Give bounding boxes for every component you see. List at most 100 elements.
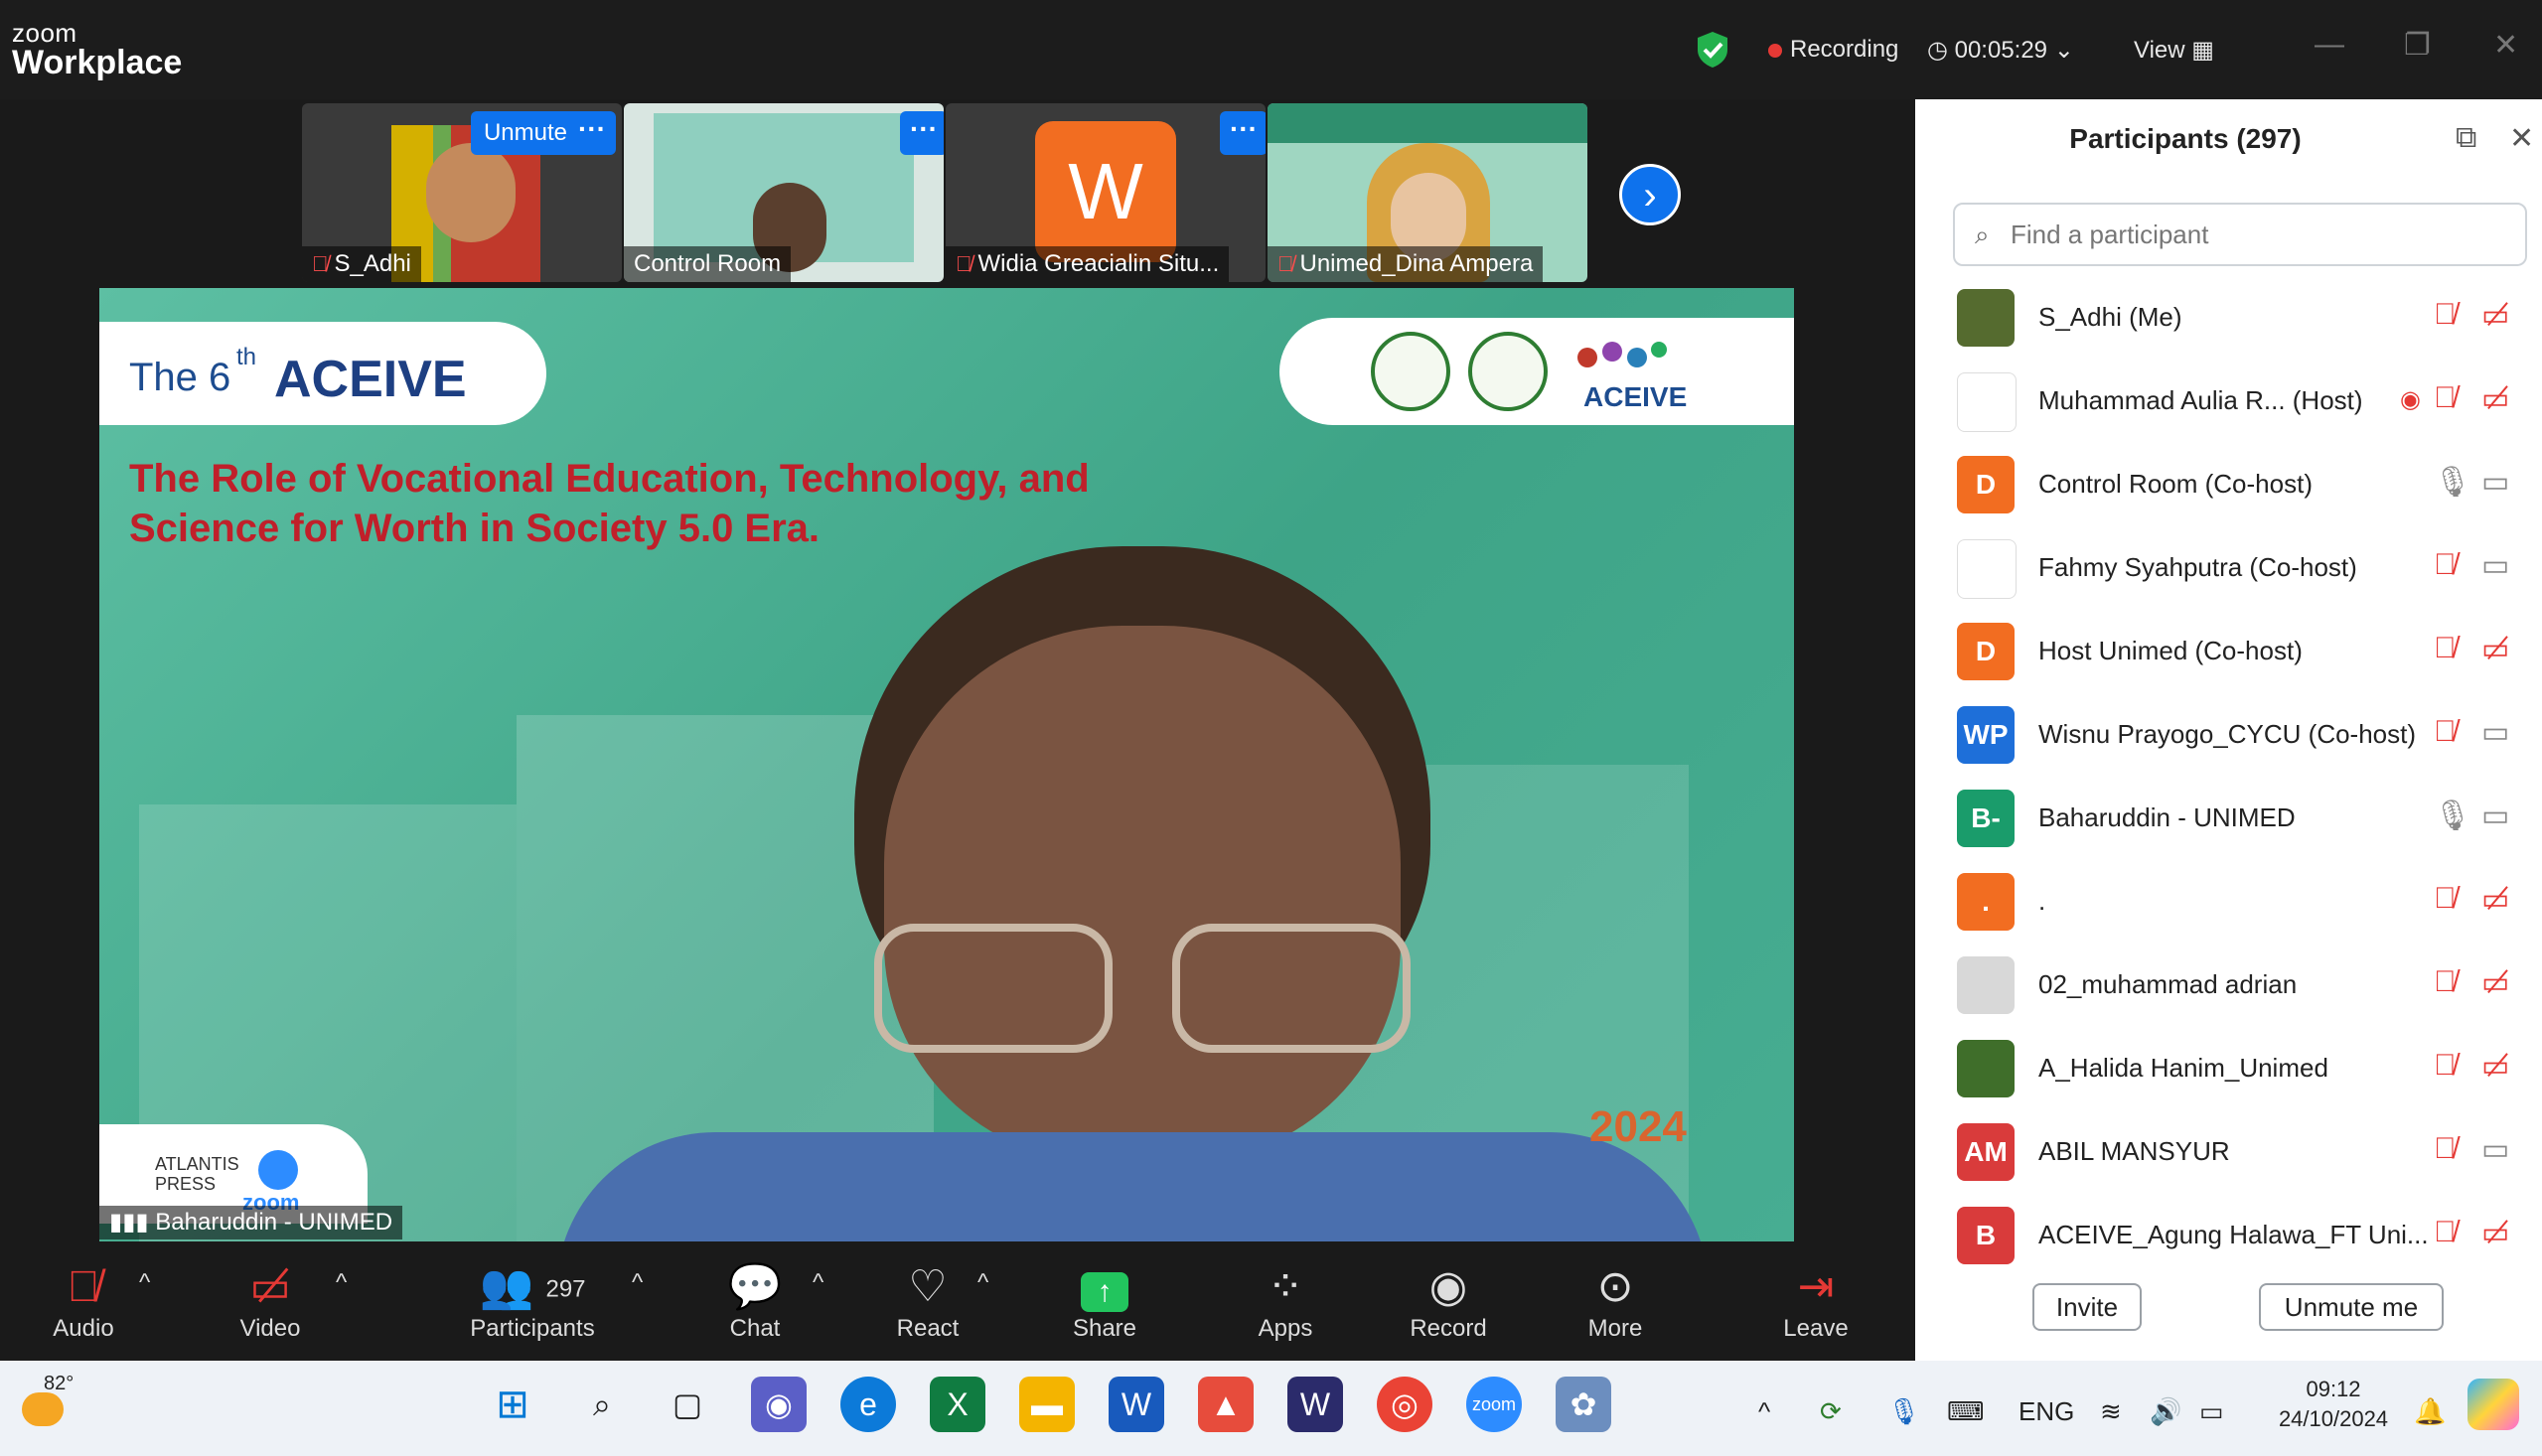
app-icon[interactable]: W: [1287, 1377, 1343, 1432]
video-off-icon[interactable]: ▭̸: [2481, 298, 2509, 333]
participant-row[interactable]: .. 🎙̸ ▭̸: [1957, 868, 2533, 938]
language-indicator[interactable]: ENG: [2019, 1396, 2074, 1427]
copilot-icon[interactable]: [2467, 1379, 2519, 1430]
participant-row[interactable]: WP Wisnu Prayogo_CYCU (Co-host) 🎙̸ ▭: [1957, 701, 2533, 771]
notification-icon[interactable]: 🔔: [2414, 1396, 2446, 1427]
video-off-icon[interactable]: ▭̸: [2481, 965, 2509, 1000]
mic-muted-icon[interactable]: 🎙̸: [2434, 298, 2457, 332]
participant-row[interactable]: AM ABIL MANSYUR 🎙̸ ▭: [1957, 1118, 2533, 1188]
wifi-icon[interactable]: ≋: [2100, 1396, 2122, 1427]
weather-widget[interactable]: 82°: [18, 1373, 77, 1432]
mic-icon[interactable]: 🎙: [2434, 465, 2471, 500]
video-icon[interactable]: ▭: [2481, 1132, 2509, 1167]
leave-button[interactable]: ⇥ Leave: [1768, 1259, 1864, 1343]
mic-muted-icon[interactable]: 🎙̸: [2434, 548, 2457, 582]
video-button[interactable]: ▭̸ Video: [221, 1259, 320, 1343]
windows-start-icon[interactable]: ⊞: [485, 1377, 540, 1432]
video-icon[interactable]: ▭: [2481, 715, 2509, 750]
participant-row[interactable]: 02_muhammad adrian 🎙̸ ▭̸: [1957, 951, 2533, 1021]
microphone-icon[interactable]: 🎙: [1887, 1396, 1920, 1427]
mic-muted-icon[interactable]: 🎙̸: [2434, 381, 2457, 415]
video-thumbnail[interactable]: W ··· 🎙̸ Widia Greacialin Situ...: [946, 103, 1266, 282]
search-taskbar-icon[interactable]: ⌕: [574, 1377, 630, 1432]
participant-row[interactable]: D Host Unimed (Co-host) 🎙̸ ▭̸: [1957, 618, 2533, 687]
more-options-button[interactable]: ···: [1220, 111, 1266, 155]
participant-avatar: [1957, 1040, 2015, 1097]
unmute-me-button[interactable]: Unmute me: [2259, 1283, 2444, 1331]
mic-muted-icon[interactable]: 🎙̸: [2434, 882, 2457, 916]
meeting-timer[interactable]: ◷ 00:05:29 ⌄: [1927, 36, 2074, 65]
excel-icon[interactable]: X: [930, 1377, 985, 1432]
speaker-icon[interactable]: 🔊: [2150, 1396, 2181, 1427]
more-options-button[interactable]: ···: [900, 111, 944, 155]
minimize-button[interactable]: —: [2315, 28, 2344, 62]
video-off-icon[interactable]: ▭̸: [2481, 632, 2509, 666]
video-thumbnail[interactable]: 🎙̸ Unimed_Dina Ampera: [1268, 103, 1587, 282]
participant-row[interactable]: B- Baharuddin - UNIMED 🎙 ▭: [1957, 785, 2533, 854]
video-thumbnail[interactable]: ··· Control Room: [624, 103, 944, 282]
more-button[interactable]: ⊙ More: [1568, 1259, 1663, 1343]
mic-muted-icon[interactable]: 🎙̸: [2434, 965, 2457, 999]
keyboard-icon[interactable]: ⌨: [1947, 1396, 1985, 1427]
teams-icon[interactable]: ◉: [751, 1377, 807, 1432]
next-page-button[interactable]: ›: [1619, 164, 1681, 225]
signal-icon: ▮▮▮: [109, 1209, 156, 1236]
participant-row[interactable]: A_Halida Hanim_Unimed 🎙̸ ▭̸: [1957, 1035, 2533, 1104]
record-button[interactable]: ◉ Record: [1399, 1259, 1498, 1343]
react-button[interactable]: ♡ React: [880, 1259, 975, 1343]
view-button[interactable]: View ▦: [2134, 36, 2214, 65]
video-off-icon[interactable]: ▭̸: [2481, 381, 2509, 416]
participants-button[interactable]: 👥 297 Participants: [453, 1259, 612, 1343]
video-icon[interactable]: ▭: [2481, 799, 2509, 833]
chat-button[interactable]: 💬 Chat: [707, 1259, 803, 1343]
audio-options-caret[interactable]: ^: [139, 1269, 150, 1297]
mic-muted-icon[interactable]: 🎙̸: [2434, 1049, 2457, 1083]
search-input[interactable]: ⌕ Find a participant: [1953, 203, 2527, 266]
chrome-icon[interactable]: ◎: [1377, 1377, 1432, 1432]
video-off-icon[interactable]: ▭̸: [2481, 1049, 2509, 1084]
invite-button[interactable]: Invite: [2032, 1283, 2142, 1331]
react-options-caret[interactable]: ^: [977, 1269, 988, 1297]
chat-options-caret[interactable]: ^: [813, 1269, 823, 1297]
video-off-icon[interactable]: ▭̸: [2481, 1216, 2509, 1250]
file-explorer-icon[interactable]: ▬: [1019, 1377, 1075, 1432]
mic-muted-icon[interactable]: 🎙̸: [2434, 715, 2457, 749]
sync-icon[interactable]: ⟳: [1820, 1396, 1842, 1427]
battery-icon[interactable]: ▭: [2199, 1396, 2224, 1427]
shield-icon[interactable]: [1695, 30, 1730, 70]
show-hidden-icons[interactable]: ^: [1758, 1396, 1770, 1427]
participants-options-caret[interactable]: ^: [632, 1269, 643, 1297]
mic-muted-icon[interactable]: 🎙̸: [2434, 632, 2457, 665]
edge-icon[interactable]: e: [840, 1377, 896, 1432]
video-icon[interactable]: ▭: [2481, 548, 2509, 583]
participant-name: .: [2038, 886, 2046, 916]
participant-row[interactable]: D Control Room (Co-host) 🎙 ▭: [1957, 451, 2533, 520]
app-icon[interactable]: ✿: [1556, 1377, 1611, 1432]
audio-button[interactable]: 🎙̸ Audio: [36, 1259, 131, 1343]
video-icon[interactable]: ▭: [2481, 465, 2509, 500]
video-options-caret[interactable]: ^: [336, 1269, 347, 1297]
word-icon[interactable]: W: [1109, 1377, 1164, 1432]
participant-row[interactable]: S_Adhi (Me) 🎙̸ ▭̸: [1957, 284, 2533, 354]
participant-row[interactable]: Fahmy Syahputra (Co-host) 🎙̸ ▭: [1957, 534, 2533, 604]
unmute-button[interactable]: Unmute: [471, 111, 580, 155]
recording-indicator[interactable]: Recording: [1768, 36, 1898, 64]
video-thumbnail[interactable]: Unmute ··· 🎙̸ S_Adhi: [302, 103, 622, 282]
more-options-button[interactable]: ···: [568, 111, 616, 155]
video-off-icon[interactable]: ▭̸: [2481, 882, 2509, 917]
close-window-button[interactable]: ✕: [2493, 28, 2518, 63]
task-view-icon[interactable]: ▢: [660, 1377, 715, 1432]
mic-muted-icon[interactable]: 🎙̸: [2434, 1132, 2457, 1166]
pop-out-icon[interactable]: ⧉: [2456, 121, 2476, 155]
participant-row[interactable]: Muhammad Aulia R... (Host) ◉ 🎙̸ ▭̸: [1957, 367, 2533, 437]
share-button[interactable]: ↑ Share: [1057, 1259, 1152, 1343]
restore-button[interactable]: ❐: [2404, 28, 2431, 63]
zoom-taskbar-icon[interactable]: zoom: [1466, 1377, 1522, 1432]
app-icon[interactable]: ▲: [1198, 1377, 1254, 1432]
mic-muted-icon[interactable]: 🎙̸: [2434, 1216, 2457, 1249]
apps-button[interactable]: ⁘ Apps: [1238, 1259, 1333, 1343]
mic-icon[interactable]: 🎙: [2434, 799, 2471, 833]
clock[interactable]: 09:12 24/10/2024: [2269, 1375, 2398, 1434]
close-icon[interactable]: ✕: [2509, 121, 2534, 156]
participant-row[interactable]: B ACEIVE_Agung Halawa_FT Uni... 🎙̸ ▭̸: [1957, 1202, 2533, 1271]
